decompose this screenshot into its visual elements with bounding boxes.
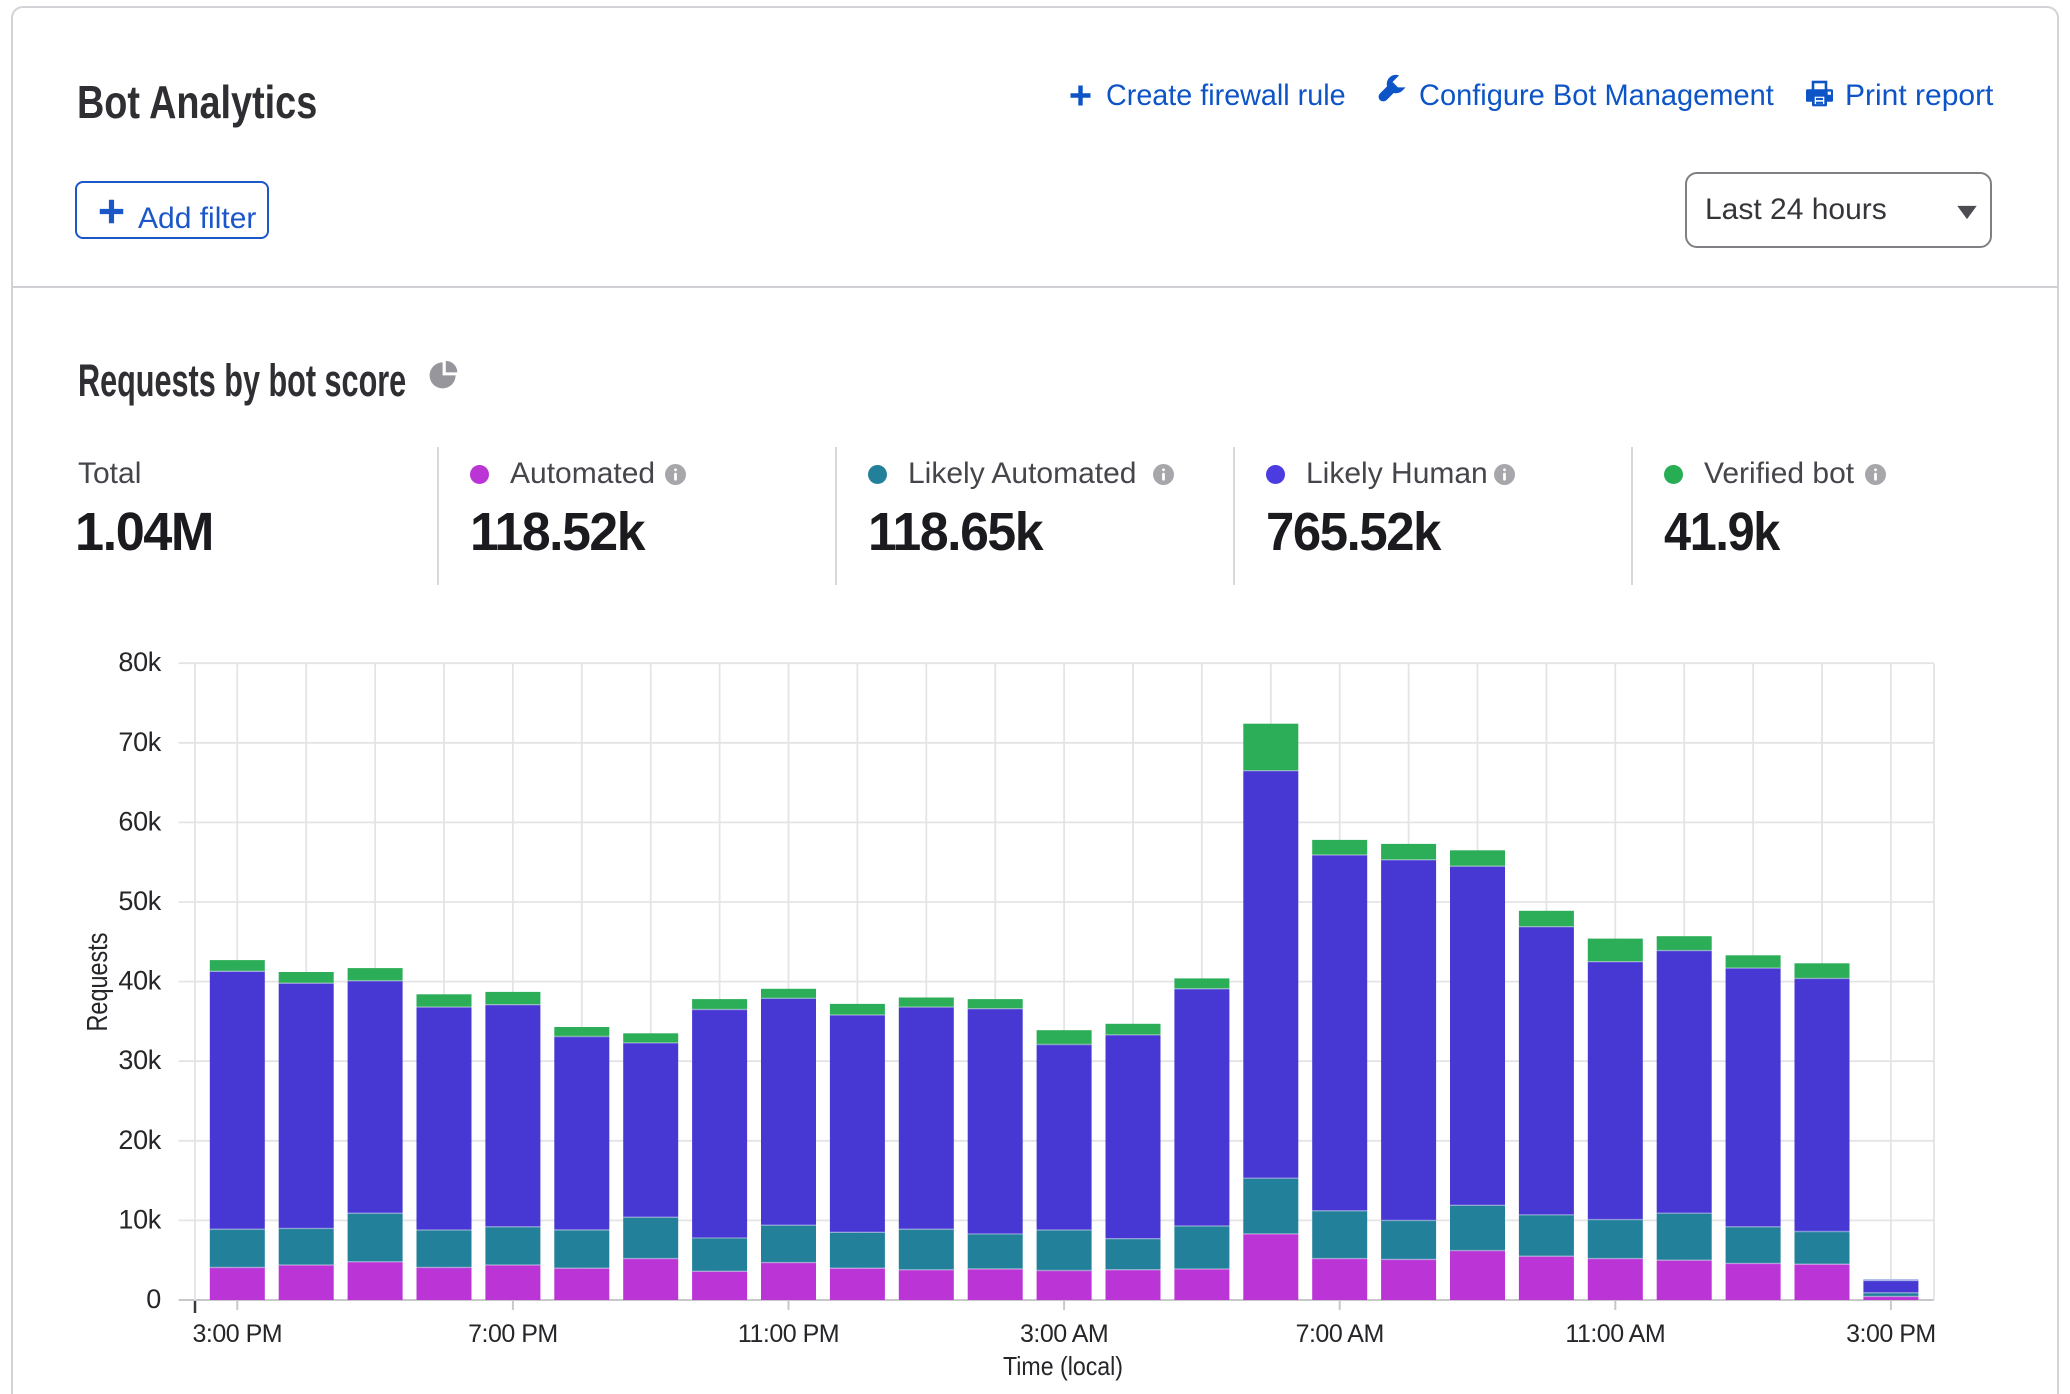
svg-text:70k: 70k [118,727,161,757]
svg-text:3:00 PM: 3:00 PM [1846,1320,1936,1348]
svg-text:3:00 AM: 3:00 AM [1020,1320,1108,1348]
svg-text:11:00 PM: 11:00 PM [738,1320,839,1348]
svg-text:40k: 40k [118,966,161,996]
svg-text:11:00 AM: 11:00 AM [1565,1320,1665,1348]
svg-text:Requests: Requests [82,933,114,1032]
svg-text:80k: 80k [118,647,161,677]
svg-text:Time (local): Time (local) [1003,1351,1123,1381]
svg-text:7:00 AM: 7:00 AM [1296,1320,1384,1348]
svg-text:7:00 PM: 7:00 PM [468,1320,558,1348]
svg-text:20k: 20k [118,1125,161,1155]
svg-text:3:00 PM: 3:00 PM [192,1320,282,1348]
svg-text:50k: 50k [118,886,161,916]
svg-text:60k: 60k [118,806,161,836]
svg-text:30k: 30k [118,1045,161,1075]
svg-text:0: 0 [146,1284,161,1314]
svg-text:10k: 10k [118,1204,161,1234]
